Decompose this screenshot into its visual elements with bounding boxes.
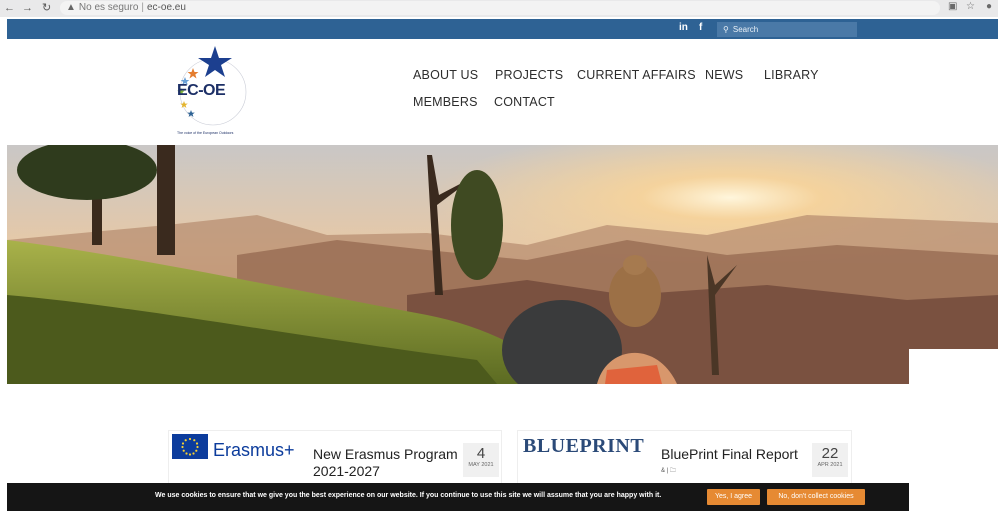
- bookmark-star-icon[interactable]: ☆: [966, 1, 975, 12]
- eu-stars-icon: [181, 437, 199, 456]
- facebook-icon[interactable]: f: [699, 22, 702, 33]
- logo-wordmark: EC-OE: [177, 82, 226, 99]
- nav-contact[interactable]: CONTACT: [494, 95, 555, 109]
- url-separator: |: [141, 2, 144, 13]
- url-text: ec-oe.eu: [147, 2, 186, 13]
- post-day: 4: [476, 445, 486, 462]
- top-utility-bar: in f ⚲ Search: [7, 19, 998, 39]
- nav-about-us[interactable]: ABOUT US: [413, 68, 478, 82]
- post-card-blueprint[interactable]: BLUEPRINT BluePrint Final Report & | 🗀 2…: [517, 430, 852, 487]
- post-month: MAY 2021: [468, 462, 494, 468]
- post-title-line2[interactable]: 2021-2027: [313, 463, 380, 480]
- erasmus-logo-text: Erasmus+: [213, 440, 295, 460]
- search-icon: ⚲: [723, 25, 729, 34]
- post-date: 4 MAY 2021: [463, 443, 499, 477]
- post-meta: & | 🗀: [661, 468, 676, 474]
- logo-tagline: The voice of the European Outdoors: [177, 131, 234, 135]
- nav-projects[interactable]: PROJECTS: [495, 68, 563, 82]
- post-title[interactable]: BluePrint Final Report: [661, 446, 798, 463]
- post-month: APR 2021: [817, 462, 843, 468]
- accept-cookies-button[interactable]: Yes, I agree: [707, 489, 760, 505]
- cookie-consent-bar: We use cookies to ensure that we give yo…: [7, 483, 909, 511]
- eu-flag-icon: [172, 434, 208, 459]
- warning-icon: ▲: [66, 2, 76, 13]
- nav-members[interactable]: MEMBERS: [413, 95, 478, 109]
- linkedin-icon[interactable]: in: [679, 22, 688, 33]
- decline-cookies-button[interactable]: No, don't collect cookies: [767, 489, 865, 505]
- browser-toolbar: ← → ↻ ▲ No es seguro | ec-oe.eu ▣ ☆ ●: [0, 0, 998, 17]
- blueprint-logo-text: BLUEPRINT: [523, 435, 645, 457]
- hero-image: [7, 145, 998, 384]
- layout-gap: [909, 349, 998, 385]
- nav-news[interactable]: NEWS: [705, 68, 743, 82]
- post-title-line1[interactable]: New Erasmus Program: [313, 446, 458, 463]
- search-placeholder: Search: [732, 25, 759, 34]
- security-label: No es seguro: [78, 2, 139, 13]
- post-card-erasmus[interactable]: Erasmus+ New Erasmus Program 2021-2027 4…: [168, 430, 502, 487]
- post-day: 22: [821, 445, 839, 462]
- address-bar[interactable]: ▲ No es seguro | ec-oe.eu: [60, 1, 940, 15]
- extensions-icon[interactable]: ▣: [948, 1, 957, 12]
- reload-icon[interactable]: ↻: [42, 1, 51, 15]
- cookie-message: We use cookies to ensure that we give yo…: [155, 492, 662, 499]
- nav-library[interactable]: LIBRARY: [764, 68, 819, 82]
- hero-landscape: [7, 145, 998, 384]
- back-icon[interactable]: ←: [4, 1, 15, 15]
- search-input[interactable]: ⚲ Search: [717, 22, 857, 37]
- nav-current-affairs[interactable]: CURRENT AFFAIRS: [577, 68, 696, 82]
- site-logo[interactable]: EC-OE The voice of the European Outdoors: [173, 44, 253, 138]
- post-date: 22 APR 2021: [812, 443, 848, 477]
- forward-icon[interactable]: →: [22, 1, 33, 15]
- profile-icon[interactable]: ●: [986, 1, 992, 12]
